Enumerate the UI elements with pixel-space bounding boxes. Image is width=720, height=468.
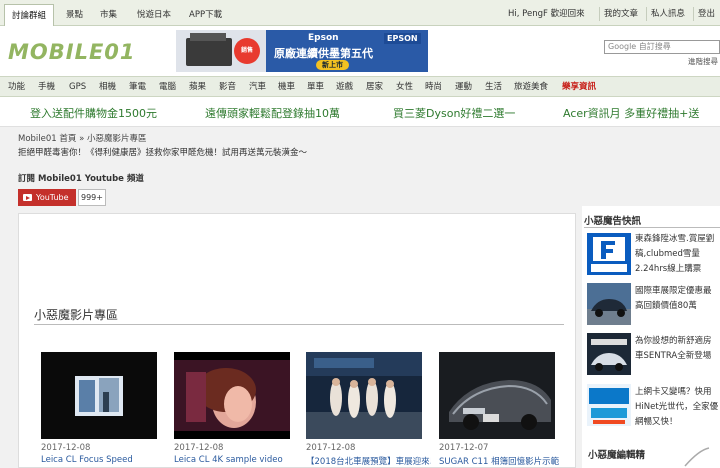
travel-logo-image: [587, 233, 631, 275]
video-thumbnail[interactable]: [306, 352, 422, 439]
tab-market[interactable]: 市集: [100, 4, 117, 26]
promo-link[interactable]: 買三菱Dyson好禮二選一: [393, 105, 515, 121]
hinet-logo[interactable]: [587, 384, 631, 426]
section-title: 小惡魔影片專區: [34, 308, 119, 322]
scroll-curve-icon: [684, 447, 710, 467]
sentra-photo-image: [587, 333, 631, 375]
nav-item[interactable]: 汽車: [249, 77, 266, 98]
video-thumbnail[interactable]: [41, 352, 157, 439]
video-title-link[interactable]: Leica CL 4K sample video: [174, 455, 299, 465]
greeting-link[interactable]: Hi, PengF 歡迎回來: [508, 4, 585, 24]
search-input[interactable]: Google 自訂搜尋: [604, 40, 720, 54]
ad-slogan: 原廠連續供墨第五代: [274, 47, 373, 60]
nav-item[interactable]: GPS: [69, 77, 86, 98]
youtube-subscribe-button[interactable]: YouTube: [18, 189, 76, 206]
my-posts-link[interactable]: 我的文章: [604, 4, 638, 24]
video-title-link[interactable]: SUGAR C11 相簿回憶影片示範: [439, 455, 564, 467]
ad-brand: Epson: [308, 33, 339, 43]
video-title-link[interactable]: Leica CL Focus Speed: [41, 455, 166, 465]
nav-item[interactable]: 居家: [366, 77, 383, 98]
ad-badge: 銷售No.1: [234, 38, 260, 64]
youtube-button-label: YouTube: [36, 193, 69, 202]
video-thumbnail[interactable]: [174, 352, 290, 439]
promo-link[interactable]: Acer資訊月 多重好禮抽+送: [563, 105, 699, 121]
promo-link[interactable]: 登入送配件購物金1500元: [30, 105, 157, 121]
promo-strip: 登入送配件購物金1500元 遠傳頭家輕鬆配登錄抽10萬 買三菱Dyson好禮二選…: [0, 97, 720, 127]
nav-item[interactable]: 時尚: [425, 77, 442, 98]
logout-link[interactable]: 登出: [698, 4, 715, 24]
video-thumbnail-image: [439, 352, 555, 439]
car-photo[interactable]: [587, 283, 631, 325]
site-logo[interactable]: MOBILE01: [8, 40, 136, 64]
banner-ad[interactable]: 銷售No.1 Epson EPSON 原廠連續供墨第五代 新上市: [176, 30, 428, 72]
advanced-search-link[interactable]: 進階搜尋: [688, 56, 718, 67]
tab-spots[interactable]: 景點: [66, 4, 83, 26]
nav-item[interactable]: 相機: [99, 77, 116, 98]
video-title-link[interactable]: 【2018台北車展預覽】車展迎來以來...: [306, 455, 431, 467]
nav-item[interactable]: 生活: [485, 77, 502, 98]
ad-logo: EPSON: [384, 33, 421, 44]
sentra-photo[interactable]: [587, 333, 631, 375]
subscribe-heading: 訂閱 Mobile01 Youtube 頻道: [18, 174, 144, 184]
nav-item[interactable]: 影音: [219, 77, 236, 98]
nav-item[interactable]: 電腦: [159, 77, 176, 98]
printer-icon: [186, 33, 232, 66]
tab-forum[interactable]: 討論群組: [4, 4, 55, 26]
ad-cta: 新上市: [316, 60, 349, 70]
private-messages-link[interactable]: 私人訊息: [651, 4, 685, 24]
nav-item[interactable]: 機車: [278, 77, 295, 98]
video-date: 2017-12-07: [439, 443, 489, 453]
nav-item-highlight[interactable]: 樂享資訊: [562, 77, 596, 98]
nav-item[interactable]: 女性: [396, 77, 413, 98]
nav-item[interactable]: 運動: [455, 77, 472, 98]
video-date: 2017-12-08: [41, 443, 91, 453]
sidebar-news-link[interactable]: 國際車展限定優惠最高回饋價值80萬: [635, 284, 719, 314]
section-divider: [34, 324, 564, 325]
breadcrumb[interactable]: Mobile01 首頁 » 小惡魔影片專區: [18, 132, 147, 144]
divider: [599, 7, 600, 21]
sidebar-divider: [584, 227, 720, 228]
subscriber-count: 999+: [78, 189, 106, 206]
video-date: 2017-12-08: [306, 443, 356, 453]
nav-item[interactable]: 筆電: [129, 77, 146, 98]
tab-app-download[interactable]: APP下載: [189, 4, 222, 26]
nav-item[interactable]: 功能: [8, 77, 25, 98]
notice-link[interactable]: 拒絕甲醛毒害你！《得利健康居》拯救你家甲醛危機！試用再送萬元裝潢金～: [18, 146, 307, 158]
video-thumbnail-image: [306, 352, 422, 439]
ad-image: 銷售No.1: [176, 30, 266, 72]
header: MOBILE01 銷售No.1 Epson EPSON 原廠連續供墨第五代 新上…: [0, 26, 720, 76]
divider: [646, 7, 647, 21]
car-photo-image: [587, 283, 631, 325]
video-date: 2017-12-08: [174, 443, 224, 453]
sidebar-heading: 小惡魔告快訊: [584, 216, 642, 227]
divider: [693, 7, 694, 21]
promo-link[interactable]: 遠傳頭家輕鬆配登錄抽10萬: [205, 105, 340, 121]
travel-logo-icon[interactable]: [587, 233, 631, 275]
nav-item[interactable]: 單車: [307, 77, 324, 98]
nav-item[interactable]: 旅遊美食: [514, 77, 548, 98]
category-nav: 功能 手機 GPS 相機 筆電 電腦 蘋果 影音 汽車 機車 單車 遊戲 居家 …: [0, 76, 720, 97]
video-thumbnail[interactable]: [439, 352, 555, 439]
sidebar-news-link[interactable]: 上網卡又變嗎？快用HiNet光世代，全家優網暢又快！: [635, 385, 719, 430]
nav-item[interactable]: 遊戲: [336, 77, 353, 98]
sidebar-heading-2: 小惡魔編輯精: [588, 450, 646, 461]
nav-item[interactable]: 蘋果: [189, 77, 206, 98]
hinet-logo-image: [587, 384, 631, 426]
video-thumbnail-image: [174, 352, 290, 439]
video-thumbnail-image: [41, 352, 157, 439]
top-bar: 討論群組 景點 市集 悅遊日本 APP下載 Hi, PengF 歡迎回來 我的文…: [0, 0, 720, 26]
sidebar-news-link[interactable]: 東森鋒陞冰雪.賞屋劉稿,clubmed雪量2.24hrs線上購票: [635, 232, 719, 277]
logo-text: MOBILE01: [8, 40, 136, 64]
tab-japan-travel[interactable]: 悅遊日本: [137, 4, 171, 26]
sidebar-news-link[interactable]: 為你設想的新舒適房車SENTRA全新登場: [635, 334, 719, 364]
nav-item[interactable]: 手機: [38, 77, 55, 98]
youtube-play-icon: [23, 194, 32, 201]
